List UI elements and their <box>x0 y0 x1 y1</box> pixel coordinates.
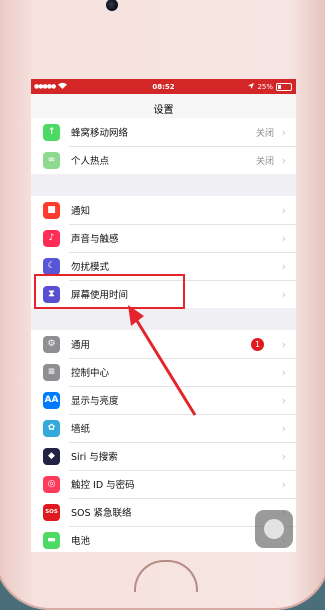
hotspot-icon: ∞ <box>43 151 60 169</box>
notifications-icon: ■ <box>43 201 60 219</box>
sos-icon: SOS <box>43 503 60 521</box>
row-label: 通知 <box>71 206 91 217</box>
settings-row[interactable]: ♪ 声音与触感 › <box>31 224 296 252</box>
chevron-right-icon: › <box>281 259 286 273</box>
row-separator <box>69 498 296 499</box>
wallpaper-icon: ✿ <box>43 419 60 437</box>
row-separator <box>69 146 296 147</box>
moon-icon: ☾ <box>43 257 60 275</box>
row-value: 关闭 <box>255 156 274 167</box>
row-label: 显示与亮度 <box>71 396 119 407</box>
row-separator <box>69 442 296 443</box>
display-icon: AA <box>43 391 60 409</box>
chevron-right-icon: › <box>281 125 286 139</box>
row-label: 控制中心 <box>71 368 110 379</box>
settings-row[interactable]: ∞ 个人热点 关闭 › <box>31 146 296 174</box>
page-title: 设置 <box>153 105 174 116</box>
row-label: 墙纸 <box>71 424 91 435</box>
siri-icon: ◆ <box>43 447 60 465</box>
battery-icon: ▬ <box>43 531 60 549</box>
row-separator <box>69 252 296 253</box>
row-label: 蜂窝移动网络 <box>71 128 129 139</box>
chevron-right-icon: › <box>281 231 286 245</box>
notification-badge: 1 <box>251 337 264 351</box>
chevron-right-icon: › <box>281 449 286 463</box>
row-value: 关闭 <box>255 128 274 139</box>
front-camera <box>106 0 118 11</box>
row-label: 电池 <box>71 536 91 547</box>
control-center-icon: ≡ <box>43 363 60 381</box>
chevron-right-icon: › <box>281 477 286 491</box>
row-label: 触控 ID 与密码 <box>71 480 135 491</box>
row-label: 个人热点 <box>71 156 110 167</box>
assistive-touch-button[interactable] <box>255 510 293 548</box>
fingerprint-icon: ◎ <box>43 475 60 493</box>
row-separator <box>69 470 296 471</box>
antenna-icon: ↑ <box>43 123 60 141</box>
chevron-right-icon: › <box>281 337 286 351</box>
settings-row[interactable]: ◆ Siri 与搜索 › <box>31 442 296 470</box>
settings-group: ↑ 蜂窝移动网络 关闭 › ∞ 个人热点 关闭 › <box>31 118 296 174</box>
row-label: 勿扰模式 <box>71 262 110 273</box>
chevron-right-icon: › <box>281 153 286 167</box>
row-label: 声音与触感 <box>71 234 119 245</box>
chevron-right-icon: › <box>281 287 286 301</box>
settings-row[interactable]: ↑ 蜂窝移动网络 关闭 › <box>31 118 296 146</box>
annotation-arrow <box>128 305 197 416</box>
settings-row[interactable]: ■ 通知 › <box>31 196 296 224</box>
chevron-right-icon: › <box>281 393 286 407</box>
row-label: SOS 紧急联络 <box>71 508 132 519</box>
location-icon <box>248 82 255 91</box>
gear-icon: ⚙ <box>43 335 60 353</box>
row-label: 通用 <box>71 340 91 351</box>
row-label: Siri 与搜索 <box>71 452 118 463</box>
row-separator <box>69 224 296 225</box>
battery-indicator-icon <box>276 82 292 91</box>
chevron-right-icon: › <box>281 421 286 435</box>
status-bar: ●●●●● 08:52 25% <box>31 79 296 94</box>
chevron-right-icon: › <box>281 365 286 379</box>
settings-row[interactable]: ◎ 触控 ID 与密码 › <box>31 470 296 498</box>
battery-percent: 25% <box>257 82 273 91</box>
chevron-right-icon: › <box>281 203 286 217</box>
sound-icon: ♪ <box>43 229 60 247</box>
